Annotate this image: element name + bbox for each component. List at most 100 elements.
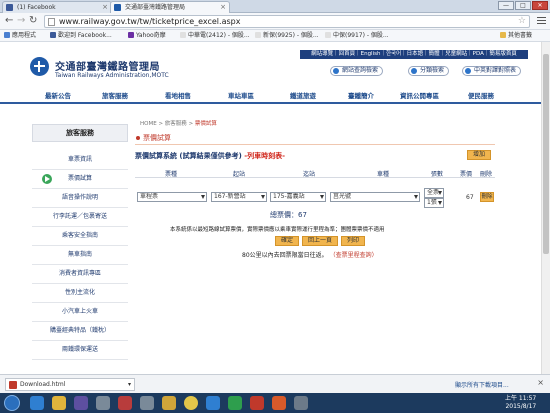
fare-note: 本系統係以最短路線試算票價，實際票價應以乘車實際運行里程為準；團體票票價不適用 <box>170 227 385 233</box>
page-icon <box>180 32 186 38</box>
tab-railway[interactable]: 交通部臺灣鐵路管理局 × <box>110 1 230 13</box>
site-search-button[interactable]: 網站查詢檢索 <box>330 66 384 76</box>
header-count: 張數 <box>431 171 444 178</box>
fare-type-select[interactable]: 全票 <box>424 188 444 198</box>
header-ticket-type: 票種 <box>165 171 178 178</box>
start-button-icon[interactable] <box>4 395 20 411</box>
sidebar-item[interactable]: 行李託運／包裹寄送 <box>32 208 128 227</box>
nav-item-about[interactable]: 臺鐵簡介 <box>348 90 374 100</box>
footer-note: 80公里以內去回票限當日往返。 （查票里程查詢） <box>242 252 378 259</box>
from-station-select[interactable]: 167-新營站 <box>211 192 267 202</box>
chevron-down-icon[interactable]: ▾ <box>128 379 131 390</box>
html-file-icon <box>9 381 17 389</box>
chevron-down-icon <box>320 195 324 199</box>
chrome-icon[interactable] <box>184 396 198 410</box>
tab-facebook[interactable]: (1) Facebook × <box>2 1 112 13</box>
ticket-count-select[interactable]: 1張 <box>424 198 444 208</box>
ticket-type-select[interactable]: 單程票 <box>137 192 207 202</box>
sidebar-item[interactable]: 語音操作說明 <box>32 189 128 208</box>
minimize-button[interactable]: — <box>498 1 514 10</box>
sidebar-item[interactable]: 性別主流化 <box>32 284 128 303</box>
delete-row-button[interactable]: 刪除 <box>480 192 494 202</box>
page-icon <box>255 32 261 38</box>
bookmark-yahoo[interactable]: Yahoo奇摩 <box>128 31 166 41</box>
vertical-scrollbar[interactable] <box>541 42 550 374</box>
category-search-button[interactable]: 分類檢索 <box>408 66 450 76</box>
sidebar-item[interactable]: 無車指南 <box>32 246 128 265</box>
word-icon[interactable] <box>206 396 220 410</box>
maximize-button[interactable]: □ <box>515 1 531 10</box>
timetable-link[interactable]: -列車時刻表- <box>244 152 285 160</box>
folder-icon <box>500 32 506 38</box>
sidebar-item[interactable]: 消費者資訊專區 <box>32 265 128 284</box>
bookmark-9917[interactable]: 中保(9917) - 個股... <box>325 31 389 41</box>
header-from: 起站 <box>233 171 246 178</box>
app-icon[interactable] <box>272 396 286 410</box>
close-icon[interactable]: × <box>537 378 544 387</box>
close-icon[interactable]: × <box>102 2 108 13</box>
sidebar-item-active[interactable]: 票價試算 <box>32 170 128 189</box>
glossary-button[interactable]: 中英對譯對照表 <box>462 66 522 76</box>
site-subtitle: Taiwan Railways Administration,MOTC <box>55 72 169 79</box>
tab-label: 交通部臺灣鐵路管理局 <box>125 4 186 11</box>
app-icon[interactable] <box>250 396 264 410</box>
confirm-button[interactable]: 確定 <box>275 236 300 246</box>
app-icon[interactable] <box>118 396 132 410</box>
add-row-button[interactable]: 增加 <box>467 150 491 160</box>
nav-item-info[interactable]: 資訊公開專區 <box>400 90 439 100</box>
nav-item-news[interactable]: 最新公告 <box>45 90 71 100</box>
site-title[interactable]: 交通部臺灣鐵路管理局 <box>55 58 160 73</box>
tab-label: (1) Facebook <box>17 4 56 11</box>
excel-icon[interactable] <box>228 396 242 410</box>
show-all-downloads-link[interactable]: 顯示所有下載項目... <box>455 380 509 389</box>
back-icon[interactable]: ← <box>5 16 13 26</box>
app-icon[interactable] <box>96 396 110 410</box>
page-title: 票價試算 <box>135 133 495 145</box>
nav-item-services[interactable]: 便民服務 <box>468 90 494 100</box>
media-icon[interactable] <box>74 396 88 410</box>
bookmark-9925[interactable]: 新保(9925) - 個股... <box>255 31 319 41</box>
nav-item-passenger[interactable]: 旅客服務 <box>102 90 128 100</box>
bookmark-apps[interactable]: 應用程式 <box>4 31 36 41</box>
page-icon <box>325 32 331 38</box>
nav-item-stations[interactable]: 車站車區 <box>228 90 254 100</box>
nav-item-travel[interactable]: 鐵道旅遊 <box>290 90 316 100</box>
breadcrumb-section[interactable]: 旅客服務 <box>165 121 187 127</box>
sidebar-item[interactable]: 小汽車上火車 <box>32 303 128 322</box>
star-icon[interactable]: ☆ <box>518 16 526 27</box>
app-icon[interactable] <box>140 396 154 410</box>
forward-icon[interactable]: → <box>17 16 25 26</box>
back-button[interactable]: 回上一頁 <box>302 236 339 246</box>
ie-icon[interactable] <box>30 396 44 410</box>
app-icon[interactable] <box>162 396 176 410</box>
print-button[interactable]: 列印 <box>341 236 366 246</box>
train-type-select[interactable]: 莒光號 <box>330 192 420 202</box>
sidebar-item[interactable]: 兩鐵環保運送 <box>32 341 128 360</box>
url-input[interactable]: www.railway.gov.tw/tw/ticketprice_excel.… <box>44 15 530 28</box>
tra-logo-icon[interactable] <box>30 57 49 76</box>
close-window-button[interactable]: ✕ <box>532 1 548 10</box>
top-links[interactable]: 網站導覽｜回首頁｜English｜한국어｜日本語｜簡體｜兒童網站｜PDA｜簡易版… <box>300 50 528 59</box>
folder-icon[interactable] <box>52 396 66 410</box>
to-station-select[interactable]: 175-嘉義站 <box>270 192 326 202</box>
bookmark-other[interactable]: 其他書籤 <box>500 31 532 41</box>
chevron-down-icon <box>438 191 442 195</box>
download-item[interactable]: Download.html ▾ <box>5 378 135 391</box>
main-nav: 最新公告 旅客服務 看地相售 車站車區 鐵道旅遊 臺鐵簡介 資訊公開專區 便民服… <box>0 87 550 104</box>
sidebar-item[interactable]: 購臺經典特品（鐵枕） <box>32 322 128 341</box>
clock[interactable]: 上午 11:57 2015/8/17 <box>505 395 536 411</box>
menu-icon[interactable] <box>537 16 546 25</box>
sidebar-item[interactable]: 車票資訊 <box>32 151 128 170</box>
reload-icon[interactable]: ↻ <box>29 16 37 26</box>
close-icon[interactable]: × <box>220 2 226 13</box>
nav-item-sales[interactable]: 看地相售 <box>165 90 191 100</box>
header-to: 迄站 <box>303 171 316 178</box>
mileage-query-link[interactable]: （查票里程查詢） <box>330 252 378 259</box>
scrollbar-thumb[interactable] <box>543 54 549 254</box>
sidebar-item[interactable]: 乘客安全指南 <box>32 227 128 246</box>
bookmark-facebook[interactable]: 歡迎到 Facebook... <box>50 31 112 41</box>
header-delete: 刪除 <box>480 171 493 178</box>
app-icon[interactable] <box>294 396 308 410</box>
breadcrumb-home[interactable]: HOME <box>140 121 157 127</box>
bookmark-2412[interactable]: 中華電(2412) - 個股... <box>180 31 250 41</box>
